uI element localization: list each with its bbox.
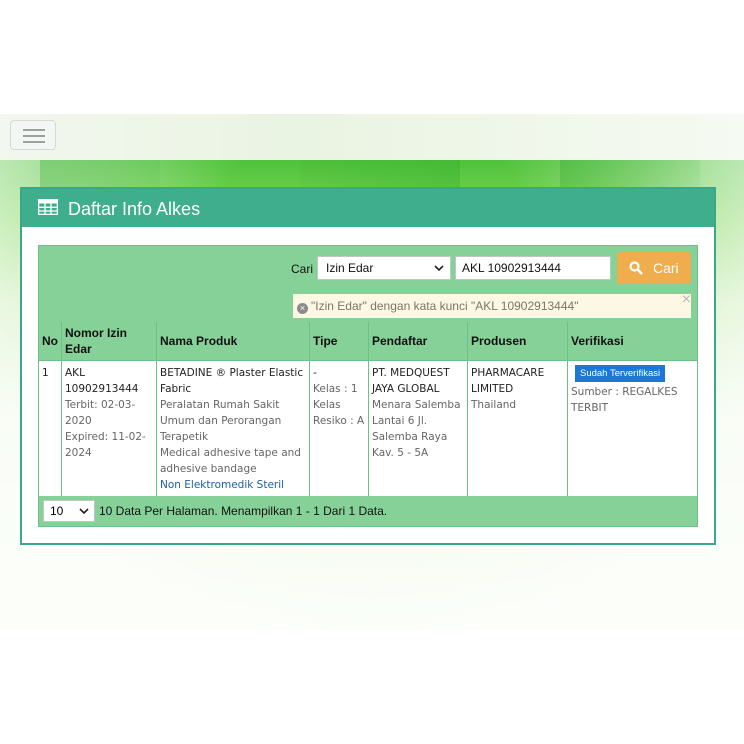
verification-source: Sumber : REGALKES TERBIT (571, 386, 678, 414)
chevron-down-icon (434, 265, 444, 272)
col-header-verifikasi: Verifikasi (567, 322, 697, 361)
cell-nomor: AKL 10902913444 Terbit: 02-03-2020 Expir… (61, 360, 157, 497)
table-row: 1 AKL 10902913444 Terbit: 02-03-2020 Exp… (39, 360, 697, 497)
search-field-select[interactable]: Izin Edar (317, 256, 451, 280)
hamburger-menu-button[interactable] (10, 120, 56, 150)
hamburger-menu-icon (23, 129, 45, 131)
pagination-summary: 10 Data Per Halaman. Menampilkan 1 - 1 D… (99, 504, 388, 518)
per-page-select[interactable]: 10 (43, 500, 95, 522)
chevron-down-icon (79, 508, 89, 515)
col-header-pendaftar: Pendaftar (368, 322, 468, 361)
col-header-no: No (39, 322, 62, 361)
registrant-address: Menara Salemba Lantai 6 Jl. Salemba Raya… (372, 399, 461, 459)
col-header-produk: Nama Produk (156, 322, 310, 361)
col-header-tipe: Tipe (309, 322, 369, 361)
izin-edar-number: AKL 10902913444 (65, 367, 139, 395)
hamburger-bar (23, 141, 45, 143)
tipe-value: - (313, 367, 317, 379)
table-header-row: No Nomor Izin Edar Nama Produk Tipe Pend… (39, 322, 697, 361)
col-header-nomor: Nomor Izin Edar (61, 322, 157, 361)
notice-close-button[interactable]: × (682, 291, 691, 309)
panel-header: Daftar Info Alkes (22, 189, 714, 227)
manufacturer-name: PHARMACARE LIMITED (471, 367, 545, 395)
registrant-name: PT. MEDQUEST JAYA GLOBAL (372, 367, 450, 395)
search-input[interactable]: AKL 10902913444 (455, 256, 611, 280)
cell-tipe: - Kelas : 1 Kelas Resiko : A (309, 360, 369, 497)
search-bar: Cari Izin Edar AKL 10902913444 Cari × "Iz… (39, 246, 697, 322)
cell-produsen: PHARMACARE LIMITED Thailand (467, 360, 568, 497)
manufacturer-country: Thailand (471, 399, 517, 411)
status-badge: Sudah Terverifikasi (575, 365, 666, 382)
notice-text: "Izin Edar" dengan kata kunci "AKL 10902… (311, 299, 579, 313)
terbit-date: Terbit: 02-03-2020 (65, 399, 136, 427)
cell-pendaftar: PT. MEDQUEST JAYA GLOBAL Menara Salemba … (368, 360, 468, 497)
table-footer: 10 10 Data Per Halaman. Menampilkan 1 - … (39, 496, 697, 526)
search-icon (629, 261, 643, 275)
search-field-value: Izin Edar (326, 261, 374, 275)
hamburger-bar (23, 135, 45, 137)
expired-date: Expired: 11-02-2024 (65, 431, 146, 459)
search-button-label: Cari (653, 260, 679, 276)
product-category: Peralatan Rumah Sakit Umum dan Peroranga… (160, 399, 282, 443)
search-notice: × "Izin Edar" dengan kata kunci "AKL 1090… (293, 291, 691, 318)
cell-produk: BETADINE ® Plaster Elastic Fabric Perala… (156, 360, 310, 497)
product-description: Medical adhesive tape and adhesive banda… (160, 447, 301, 475)
top-navbar (0, 114, 744, 161)
risk-class: Kelas : 1 Kelas Resiko : A (313, 383, 365, 427)
per-page-value: 10 (50, 504, 64, 518)
product-type: Non Elektromedik Steril (160, 479, 285, 491)
close-circle-icon[interactable]: × (297, 303, 308, 314)
cell-verifikasi: Sudah Terverifikasi Sumber : REGALKES TE… (567, 360, 697, 497)
cell-no: 1 (39, 360, 62, 497)
table-grid-icon (38, 199, 58, 215)
search-label: Cari (291, 262, 314, 276)
alkes-table: No Nomor Izin Edar Nama Produk Tipe Pend… (39, 322, 697, 497)
page-title: Daftar Info Alkes (68, 199, 201, 219)
col-header-produsen: Produsen (467, 322, 568, 361)
alkes-panel: Daftar Info Alkes Cari Izin Edar AKL 109… (20, 187, 716, 545)
product-name: BETADINE ® Plaster Elastic Fabric (160, 367, 304, 395)
search-button[interactable]: Cari (617, 252, 691, 284)
data-table-container: Cari Izin Edar AKL 10902913444 Cari × "Iz… (38, 245, 698, 527)
